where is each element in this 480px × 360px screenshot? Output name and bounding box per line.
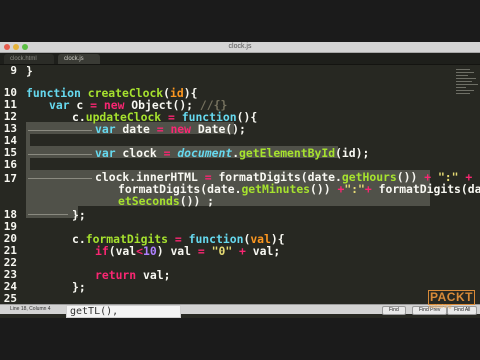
code-token: var [49,98,70,112]
code-token: new [170,122,192,136]
code-token: formatDigits(date. [378,182,480,196]
code-token: }; [72,208,86,222]
logo-subtext: publishing [429,304,452,310]
minimap-line [456,72,474,73]
minimap-line [456,87,466,88]
code-line: return val; [95,268,170,282]
packt-logo: PACKT publishing [428,290,475,312]
code-token: < [136,244,144,258]
code-token: ()) [310,182,338,196]
minimap[interactable] [456,65,480,125]
code-token: ) val [156,244,198,258]
code-token: getMinutes [241,182,311,196]
window-title: clock.js [228,43,252,50]
code-token: = [156,122,164,136]
tab-clock-html[interactable]: clock.html [4,54,54,64]
autocomplete-popup[interactable]: getTL(), [66,305,181,318]
code-token: date [115,122,157,136]
letterbox-bottom [0,318,480,360]
code-token: = [163,146,171,160]
code-token: var [95,122,116,136]
code-token: }; [72,280,86,294]
tab-indent-arrow [28,130,92,131]
code-token: document [177,146,233,160]
title-bar: clock.js [0,42,480,53]
code-line: }; [72,280,86,294]
code-token: etSeconds [118,194,180,208]
minimap-line [456,69,470,70]
code-token: c. [72,110,86,124]
code-line: etSeconds()) ; [118,194,214,208]
tab-indent-arrow [28,154,92,155]
minimap-line [456,78,476,79]
selection-highlight [26,158,30,170]
minimap-line [456,84,478,85]
line-number: 9 [10,64,17,77]
minimap-line [456,93,470,94]
code-token: (id); [335,146,370,160]
code-line: }; [72,208,86,222]
code-token: "0" [211,244,233,258]
code-token: getElementById [239,146,336,160]
code-token: ":" [344,182,365,196]
tab-indent-arrow [28,214,68,215]
code-token: } [26,64,33,78]
line-number: 16 [3,158,17,171]
letterbox-top [0,0,480,42]
code-line: if(val<10) val = "0" + val; [95,244,280,258]
line-number: 17 [3,172,17,185]
minimap-line [456,90,474,91]
tab-clock-js[interactable]: clock.js [58,54,100,64]
selection-highlight [26,134,30,146]
code-token: = [197,244,205,258]
tab-indent-arrow [28,178,92,179]
line-number-gutter: 9 10 11 12 13 14 15 16 17 18 19 20 21 22… [0,64,20,312]
code-line: var clock = document.getElementById(id); [95,146,369,160]
code-token: 10 [143,244,157,258]
code-token: return [95,268,137,282]
code-line: var date = new Date(); [95,122,246,136]
code-token: (val [108,244,137,258]
tab-bar: clock.html clock.js [0,53,480,65]
code-token: + [239,244,246,258]
logo-text: PACKT [428,290,475,305]
code-token: Date(); [191,122,246,136]
selection-highlight [26,206,78,218]
status-text: Line 18, Column 4 [10,306,51,312]
code-token: c. [72,232,86,246]
code-token: val; [245,244,281,258]
code-token: if [95,244,109,258]
code-token: clock [115,146,164,160]
editor-window: clock.js clock.html clock.js 9 10 11 12 … [0,42,480,318]
code-token: ()) ; [179,194,215,208]
code-line: } [26,64,33,78]
code-editor[interactable]: } function createClock(id){ var c = new … [26,64,480,312]
find-button[interactable]: Find [382,306,406,315]
code-token: val; [136,268,171,282]
code-token: + [364,182,372,196]
minimap-line [456,81,472,82]
minimap-line [456,75,468,76]
code-token: var [95,146,116,160]
